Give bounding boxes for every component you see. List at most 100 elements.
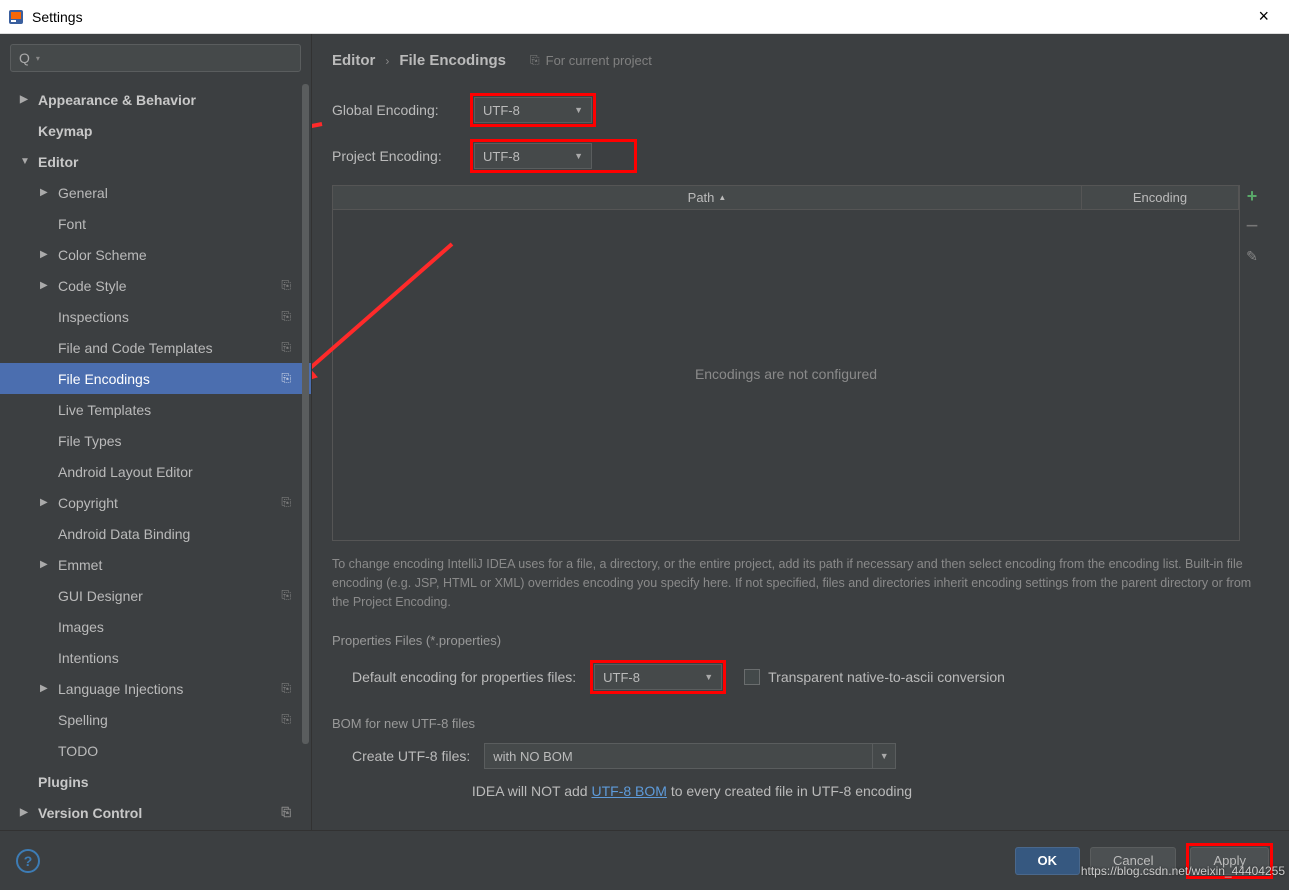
table-empty-text: Encodings are not configured <box>333 210 1239 538</box>
column-encoding[interactable]: Encoding <box>1082 186 1239 209</box>
create-utf8-select[interactable]: with NO BOM <box>484 743 872 769</box>
transparent-ascii-label: Transparent native-to-ascii conversion <box>768 669 1005 685</box>
tree-item-version-control[interactable]: ▶ Version Control ⎘ <box>0 797 311 828</box>
tree-item-emmet[interactable]: ▶ Emmet <box>0 549 311 580</box>
tree-item-inspections[interactable]: Inspections⎘ <box>0 301 311 332</box>
tree-item-label: File Types <box>58 433 122 449</box>
tree-item-label: Android Layout Editor <box>58 464 193 480</box>
ok-button[interactable]: OK <box>1015 847 1081 875</box>
tree-item-label: Live Templates <box>58 402 151 418</box>
copy-icon: ⎘ <box>530 53 540 68</box>
tree-arrow-icon: ▶ <box>40 249 52 260</box>
tree-item-live-templates[interactable]: Live Templates <box>0 394 311 425</box>
create-utf8-dropdown-button[interactable]: ▼ <box>872 743 896 769</box>
table-side-buttons: + − ✎ <box>1240 185 1266 267</box>
window-title: Settings <box>32 9 83 25</box>
tree-item-label: Images <box>58 619 104 635</box>
tree-item-label: Editor <box>38 154 78 170</box>
annotation-box-global: UTF-8 ▼ <box>470 93 596 127</box>
app-icon <box>8 9 24 25</box>
bom-hint: IDEA will NOT add UTF-8 BOM to every cre… <box>352 783 1032 799</box>
tree-item-appearance-behavior[interactable]: ▶ Appearance & Behavior <box>0 84 311 115</box>
footer: ? OK Cancel Apply <box>0 830 1289 890</box>
create-utf8-label: Create UTF-8 files: <box>352 748 470 764</box>
tree-item-general[interactable]: ▶ General <box>0 177 311 208</box>
default-props-encoding-select[interactable]: UTF-8 ▼ <box>594 664 722 690</box>
titlebar: Settings × <box>0 0 1289 34</box>
tree-item-copyright[interactable]: ▶Copyright⎘ <box>0 487 311 518</box>
tree-item-label: Font <box>58 216 86 232</box>
project-scope-icon: ⎘ <box>281 712 291 727</box>
tree-item-file-types[interactable]: File Types <box>0 425 311 456</box>
tree-item-editor[interactable]: ▼ Editor <box>0 146 311 177</box>
tree-item-language-injections[interactable]: ▶Language Injections⎘ <box>0 673 311 704</box>
edit-button[interactable]: ✎ <box>1240 245 1264 267</box>
tree-arrow-icon: ▼ <box>20 156 32 167</box>
transparent-ascii-checkbox[interactable] <box>744 669 760 685</box>
project-encoding-select[interactable]: UTF-8 ▼ <box>474 143 592 169</box>
tree-item-label: Version Control <box>38 805 142 821</box>
remove-button[interactable]: − <box>1240 215 1264 237</box>
tree-item-android-data-binding[interactable]: Android Data Binding <box>0 518 311 549</box>
scrollbar-thumb[interactable] <box>302 84 309 744</box>
add-button[interactable]: + <box>1240 185 1264 207</box>
tree-item-label: GUI Designer <box>58 588 143 604</box>
search-icon: Q <box>19 50 30 66</box>
settings-tree: ▶ Appearance & Behavior Keymap ▼ Editor ▶ Gene… <box>0 82 311 830</box>
project-scope-icon: ⎘ <box>281 371 291 386</box>
tree-arrow-icon: ▶ <box>40 559 52 570</box>
tree-item-todo[interactable]: TODO <box>0 735 311 766</box>
tree-item-file-encodings[interactable]: File Encodings ⎘ <box>0 363 311 394</box>
annotation-box-project: UTF-8 ▼ <box>470 139 637 173</box>
tree-arrow-icon: ▶ <box>40 497 52 508</box>
search-input[interactable] <box>40 51 292 66</box>
annotation-box-props: UTF-8 ▼ <box>590 660 726 694</box>
annotation-arrow-editor <box>312 114 332 184</box>
tree-item-file-and-code-templates[interactable]: File and Code Templates⎘ <box>0 332 311 363</box>
watermark: https://blog.csdn.net/weixin_44404255 <box>1081 864 1285 878</box>
tree-item-spelling[interactable]: Spelling ⎘ <box>0 704 311 735</box>
help-button[interactable]: ? <box>16 849 40 873</box>
tree-item-label: Copyright <box>58 495 118 511</box>
breadcrumb-file-encodings: File Encodings <box>399 52 506 69</box>
project-scope-icon: ⎘ <box>281 805 291 820</box>
tree-arrow-icon: ▶ <box>20 94 32 105</box>
sidebar: Q ▾ ▶Appearance & BehaviorKeymap▼Editor▶… <box>0 34 312 830</box>
utf8-bom-link[interactable]: UTF-8 BOM <box>591 783 666 799</box>
tree-item-plugins[interactable]: Plugins <box>0 766 311 797</box>
project-scope-icon: ⎘ <box>281 588 291 603</box>
tree-item-label: Code Style <box>58 278 126 294</box>
breadcrumb: Editor › File Encodings ⎘ For current pr… <box>332 52 1269 69</box>
tree-item-label: Spelling <box>58 712 108 728</box>
tree-arrow-icon: ▶ <box>20 807 32 818</box>
tree-item-label: File Encodings <box>58 371 150 387</box>
chevron-down-icon: ▼ <box>556 151 583 161</box>
tree-item-label: Keymap <box>38 123 92 139</box>
close-icon[interactable]: × <box>1248 6 1279 27</box>
tree-item-label: General <box>58 185 108 201</box>
tree-item-label: Intentions <box>58 650 119 666</box>
help-text: To change encoding IntelliJ IDEA uses fo… <box>332 555 1262 611</box>
tree-item-keymap[interactable]: Keymap <box>0 115 311 146</box>
encoding-table: Path▲ Encoding Encodings are not configu… <box>332 185 1240 541</box>
global-encoding-select[interactable]: UTF-8 ▼ <box>474 97 592 123</box>
tree-item-intentions[interactable]: Intentions <box>0 642 311 673</box>
project-scope-icon: ⎘ <box>281 309 291 324</box>
tree-item-color-scheme[interactable]: ▶ Color Scheme <box>0 239 311 270</box>
breadcrumb-editor[interactable]: Editor <box>332 52 375 69</box>
tree-item-images[interactable]: Images <box>0 611 311 642</box>
tree-item-label: Emmet <box>58 557 102 573</box>
chevron-down-icon: ▼ <box>686 672 713 682</box>
tree-item-label: Color Scheme <box>58 247 147 263</box>
tree-item-label: Appearance & Behavior <box>38 92 196 108</box>
tree-arrow-icon: ▶ <box>40 187 52 198</box>
project-encoding-label: Project Encoding: <box>332 148 460 164</box>
tree-item-android-layout-editor[interactable]: Android Layout Editor <box>0 456 311 487</box>
tree-item-gui-designer[interactable]: GUI Designer ⎘ <box>0 580 311 611</box>
scope-badge-label: For current project <box>546 53 652 68</box>
search-box[interactable]: Q ▾ <box>10 44 301 72</box>
column-path[interactable]: Path▲ <box>333 186 1082 209</box>
tree-arrow-icon: ▶ <box>40 683 52 694</box>
tree-item-code-style[interactable]: ▶Code Style⎘ <box>0 270 311 301</box>
tree-item-font[interactable]: Font <box>0 208 311 239</box>
